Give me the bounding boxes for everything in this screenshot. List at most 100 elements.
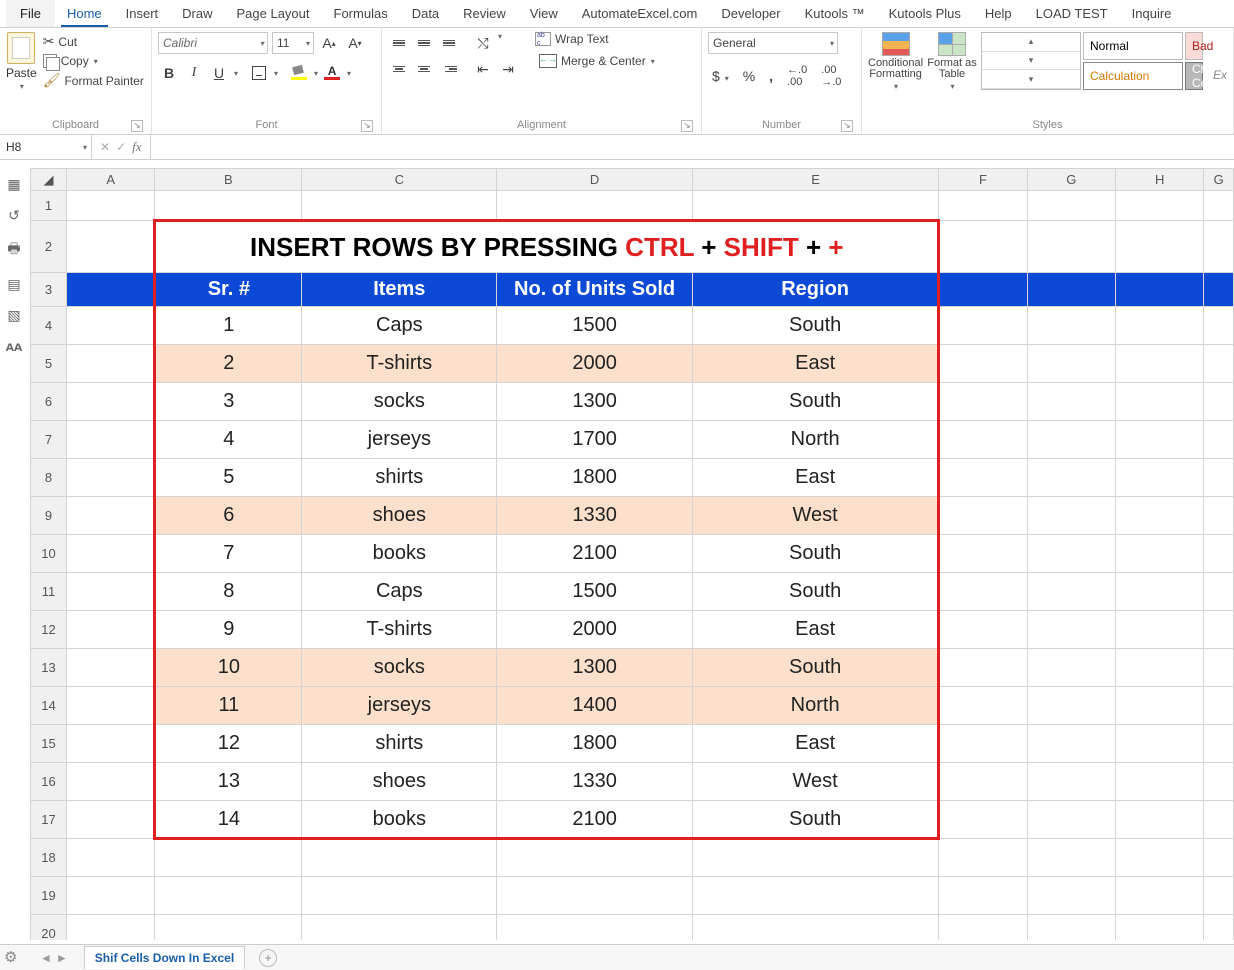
row-header-15[interactable]: 15 [31,725,67,763]
cell[interactable] [67,725,155,763]
col-header-C[interactable]: C [302,169,497,191]
tab-help[interactable]: Help [973,0,1024,27]
row-header-19[interactable]: 19 [31,877,67,915]
chevron-down-icon[interactable]: ▾ [498,32,502,54]
decrease-font-button[interactable]: A▾ [344,32,366,54]
tab-inquire[interactable]: Inquire [1120,0,1184,27]
cell[interactable] [939,763,1027,801]
cell[interactable] [1027,725,1115,763]
cell[interactable]: 5 [155,459,302,497]
worksheet[interactable]: ◢ ABCDEFGHG 12INSERT ROWS BY PRESSING CT… [30,168,1234,940]
cell[interactable]: South [692,535,938,573]
cell[interactable]: North [692,687,938,725]
row-header-16[interactable]: 16 [31,763,67,801]
underline-button[interactable]: U [208,62,230,84]
cell[interactable] [692,915,938,941]
tab-kutools-[interactable]: Kutools ™ [793,0,877,27]
tab-view[interactable]: View [518,0,570,27]
row-header-2[interactable]: 2 [31,221,67,273]
table-header-region[interactable]: Region [692,273,938,307]
cell[interactable] [939,383,1027,421]
tab-formulas[interactable]: Formulas [322,0,400,27]
increase-font-button[interactable]: A▴ [318,32,340,54]
cell[interactable] [1027,421,1115,459]
cell[interactable] [1204,839,1234,877]
cell[interactable] [939,535,1027,573]
cell[interactable] [1116,273,1204,307]
cell[interactable]: West [692,763,938,801]
cell[interactable]: 7 [155,535,302,573]
cell[interactable] [302,877,497,915]
cell[interactable] [1116,459,1204,497]
cell[interactable]: T-shirts [302,345,497,383]
cell[interactable]: socks [302,649,497,687]
decrease-indent-button[interactable]: ⇤ [472,58,494,80]
row-header-17[interactable]: 17 [31,801,67,839]
cell[interactable]: Caps [302,573,497,611]
cell[interactable] [939,345,1027,383]
cell[interactable]: 1300 [497,649,693,687]
cell[interactable] [1027,273,1115,307]
cell[interactable] [67,345,155,383]
cell[interactable] [939,649,1027,687]
cell[interactable] [1204,383,1234,421]
cell[interactable] [1116,763,1204,801]
cell[interactable]: 2 [155,345,302,383]
col-header-D[interactable]: D [497,169,693,191]
format-as-table-button[interactable]: Format as Table ▾ [927,32,977,91]
cell[interactable] [1116,725,1204,763]
cell[interactable]: books [302,801,497,839]
cell[interactable] [939,221,1027,273]
tab-page-layout[interactable]: Page Layout [225,0,322,27]
cell[interactable]: East [692,459,938,497]
cell[interactable] [1116,383,1204,421]
cell[interactable]: East [692,725,938,763]
cell[interactable]: T-shirts [302,611,497,649]
col-header-A[interactable]: A [67,169,155,191]
cell[interactable] [1116,649,1204,687]
align-top-button[interactable] [388,32,410,54]
cell[interactable] [692,839,938,877]
cell[interactable] [1116,915,1204,941]
cell[interactable] [67,383,155,421]
cell[interactable]: socks [302,383,497,421]
cell[interactable] [1027,649,1115,687]
align-bottom-button[interactable] [438,32,460,54]
row-header-10[interactable]: 10 [31,535,67,573]
cell[interactable] [67,877,155,915]
rail-icon-1[interactable]: ▦ [7,176,20,193]
row-header-18[interactable]: 18 [31,839,67,877]
conditional-formatting-button[interactable]: Conditional Formatting ▾ [868,32,923,91]
cell[interactable]: North [692,421,938,459]
cell[interactable] [67,421,155,459]
tab-file[interactable]: File [6,0,55,27]
fx-icon[interactable]: fx [132,139,141,155]
title-cell[interactable]: INSERT ROWS BY PRESSING CTRL + SHIFT + + [155,221,939,273]
tab-draw[interactable]: Draw [170,0,224,27]
style-explanatory-partial[interactable]: Ex [1207,68,1227,82]
tab-home[interactable]: Home [55,0,114,27]
italic-button[interactable]: I [183,62,205,84]
orientation-button[interactable]: ⤭ [472,32,494,54]
gear-icon[interactable]: ⚙ [4,948,17,966]
row-header-5[interactable]: 5 [31,345,67,383]
cell[interactable] [67,535,155,573]
cell[interactable]: South [692,801,938,839]
cell[interactable] [1116,839,1204,877]
cell[interactable] [1027,383,1115,421]
sheet-nav-next[interactable]: ► [56,951,68,965]
cell[interactable] [1204,801,1234,839]
cell[interactable] [1116,877,1204,915]
cell[interactable] [67,221,155,273]
cell[interactable] [1116,687,1204,725]
cell[interactable] [1027,611,1115,649]
cell[interactable] [1204,191,1234,221]
number-format-select[interactable]: General▾ [708,32,838,54]
cut-button[interactable]: ✂ Cut [41,32,146,51]
format-painter-button[interactable]: 🖌 Format Painter [41,71,146,90]
cell[interactable] [67,459,155,497]
cell[interactable]: jerseys [302,421,497,459]
cell[interactable] [67,191,155,221]
dialog-launcher-icon[interactable]: ↘ [361,120,373,132]
cell[interactable] [1116,191,1204,221]
